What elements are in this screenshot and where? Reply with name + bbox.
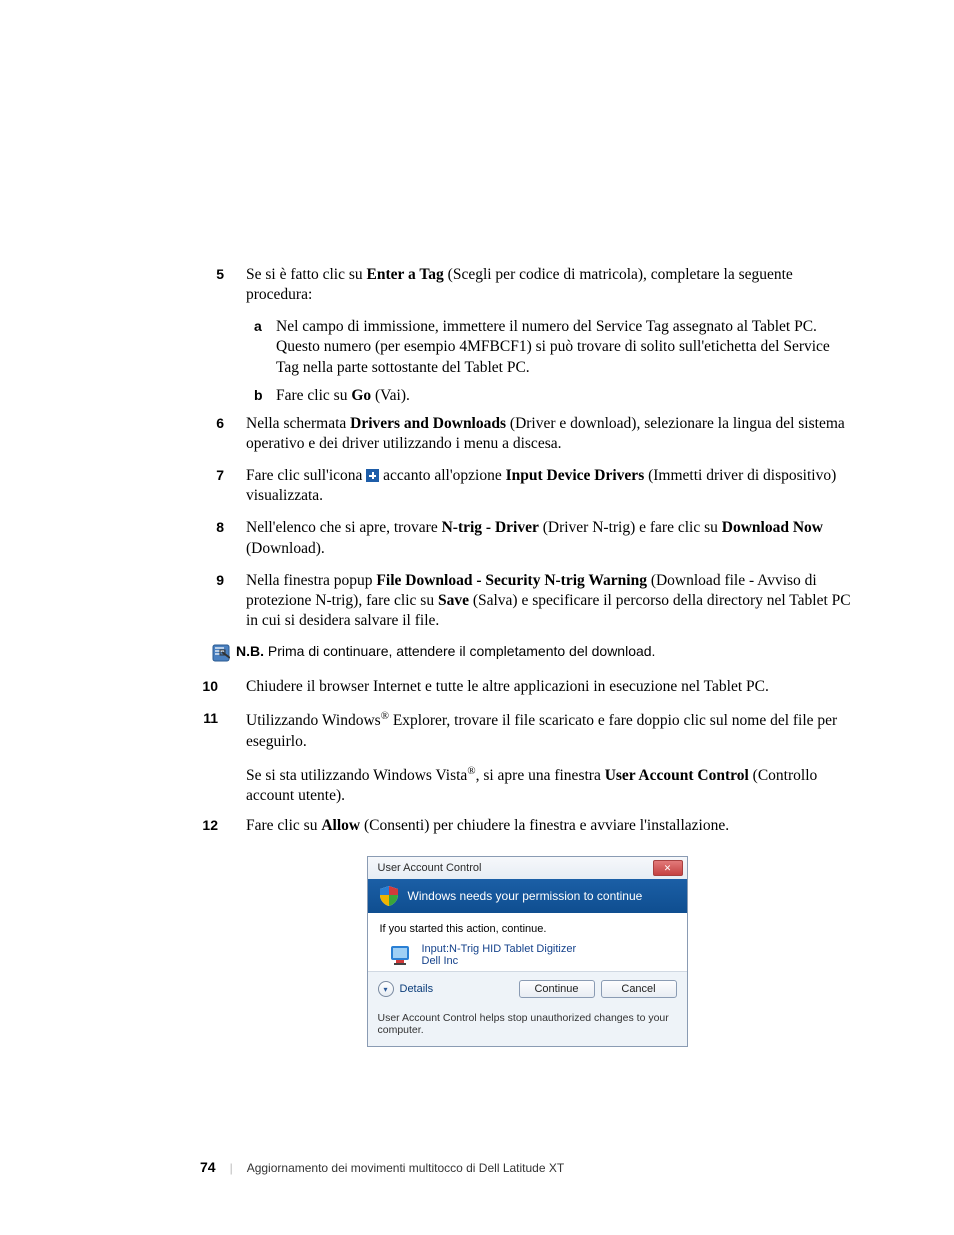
step-number: 10 bbox=[196, 677, 218, 695]
step-number: 9 bbox=[202, 571, 224, 589]
substep-text: Nel campo di immissione, immettere il nu… bbox=[276, 318, 830, 375]
page-number: 74 bbox=[200, 1159, 216, 1175]
program-name: Input:N-Trig HID Tablet Digitizer bbox=[422, 943, 577, 955]
step-subtext: Se si sta utilizzando Windows Vista®, si… bbox=[200, 764, 854, 806]
step-number: 7 bbox=[202, 466, 224, 484]
substep-text: Fare clic su Go (Vai). bbox=[276, 387, 410, 404]
step-text: Chiudere il browser Internet e tutte le … bbox=[246, 678, 769, 695]
uac-title: User Account Control bbox=[378, 862, 482, 874]
step-text: Nella schermata Drivers and Downloads (D… bbox=[246, 415, 845, 452]
step-number: 6 bbox=[202, 414, 224, 432]
shield-icon bbox=[378, 885, 400, 907]
note-icon bbox=[212, 644, 230, 667]
uac-help-text: User Account Control helps stop unauthor… bbox=[368, 1006, 687, 1046]
program-icon bbox=[388, 943, 412, 967]
page-footer-title: Aggiornamento dei movimenti multitocco d… bbox=[247, 1161, 564, 1175]
step-text: Fare clic su Allow (Consenti) per chiude… bbox=[246, 817, 729, 834]
details-toggle[interactable]: ▾ Details bbox=[378, 981, 434, 997]
substep-letter: a bbox=[254, 317, 262, 335]
uac-banner-text: Windows needs your permission to continu… bbox=[408, 889, 643, 903]
step-text: Fare clic sull'icona accanto all'opzione… bbox=[246, 467, 836, 504]
cancel-button[interactable]: Cancel bbox=[601, 980, 677, 998]
step-text: Se si è fatto clic su Enter a Tag (Scegl… bbox=[246, 266, 793, 303]
uac-prompt: If you started this action, continue. bbox=[380, 923, 675, 935]
step-number: 5 bbox=[202, 265, 224, 283]
program-publisher: Dell Inc bbox=[422, 955, 577, 967]
page-footer: 74 | Aggiornamento dei movimenti multito… bbox=[200, 1159, 564, 1175]
step-text: Nella finestra popup File Download - Sec… bbox=[246, 572, 851, 629]
continue-button[interactable]: Continue bbox=[519, 980, 595, 998]
close-icon[interactable] bbox=[653, 860, 683, 876]
uac-dialog: User Account Control Windows needs your … bbox=[367, 856, 688, 1047]
step-number: 12 bbox=[196, 816, 218, 834]
step-number: 11 bbox=[196, 709, 218, 727]
chevron-down-icon: ▾ bbox=[378, 981, 394, 997]
step-text: Utilizzando Windows® Explorer, trovare i… bbox=[246, 712, 837, 749]
step-text: Nell'elenco che si apre, trovare N-trig … bbox=[246, 519, 823, 556]
substep-letter: b bbox=[254, 386, 263, 404]
note-text: N.B. Prima di continuare, attendere il c… bbox=[236, 643, 655, 659]
step-number: 8 bbox=[202, 518, 224, 536]
plus-icon bbox=[366, 469, 379, 482]
